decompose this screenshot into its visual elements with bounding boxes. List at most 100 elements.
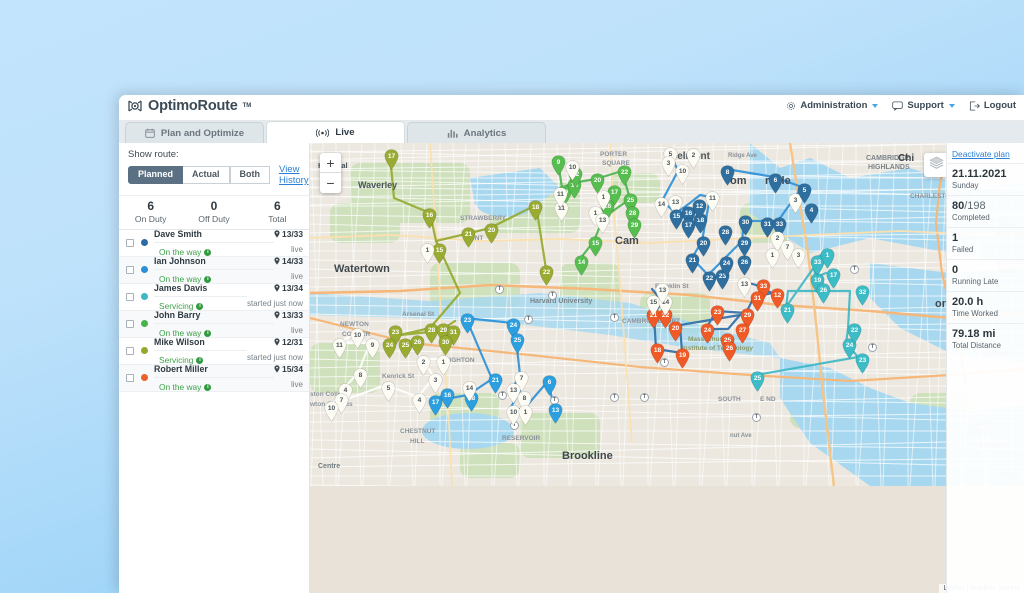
map-order-pin[interactable]: 9 bbox=[365, 338, 380, 359]
driver-checkbox[interactable] bbox=[126, 374, 134, 382]
info-icon[interactable]: i bbox=[204, 384, 211, 391]
map-order-pin[interactable]: 8 bbox=[353, 368, 368, 389]
driver-color-dot bbox=[141, 266, 148, 273]
map-order-pin[interactable]: 1 bbox=[436, 355, 451, 376]
map-order-pin[interactable]: 11 bbox=[332, 338, 347, 359]
nav-logout[interactable]: Logout bbox=[969, 100, 1016, 111]
map-order-pin[interactable]: 2 bbox=[416, 355, 431, 376]
map-order-pin[interactable]: 3 bbox=[791, 248, 806, 269]
map-order-pin[interactable]: 30 bbox=[438, 335, 453, 356]
map-order-pin[interactable]: 6 bbox=[542, 375, 557, 396]
map-transit-stop-icon: T bbox=[610, 393, 619, 402]
map-order-pin[interactable]: 14 bbox=[654, 197, 669, 218]
map-order-pin[interactable]: 10 bbox=[675, 164, 690, 185]
map-order-pin[interactable]: 3 bbox=[661, 156, 676, 177]
map-label: STRAWBERRY bbox=[460, 215, 506, 222]
deactivate-plan-link[interactable]: Deactivate plan bbox=[947, 147, 1024, 163]
map-order-pin[interactable]: 1 bbox=[518, 405, 533, 426]
zoom-out-button[interactable]: − bbox=[320, 173, 341, 193]
map-order-pin[interactable]: 10 bbox=[324, 401, 339, 422]
map-order-pin[interactable]: 28 bbox=[718, 225, 733, 246]
map-order-pin[interactable]: 26 bbox=[816, 283, 831, 304]
map-label: SOUTH bbox=[718, 396, 741, 403]
map-pin-number: 10 bbox=[350, 330, 365, 341]
map-order-pin[interactable]: 17 bbox=[428, 395, 443, 416]
map-order-pin[interactable]: 13 bbox=[655, 283, 670, 304]
map-order-pin[interactable]: 5 bbox=[381, 381, 396, 402]
nav-administration[interactable]: Administration bbox=[786, 100, 878, 111]
map-container[interactable]: BelmontCAMBRIDGEHIGHLANDSRidge AveWaverl… bbox=[310, 143, 1024, 593]
route-mode-planned[interactable]: Planned bbox=[128, 166, 183, 184]
map-order-pin[interactable]: 1 bbox=[765, 248, 780, 269]
map-order-pin[interactable]: 23 bbox=[855, 353, 870, 374]
map-order-pin[interactable]: 11 bbox=[705, 191, 720, 212]
driver-row[interactable]: Robert MillerOn the wayi15/34live bbox=[119, 365, 309, 392]
map-order-pin[interactable]: 21 bbox=[461, 227, 476, 248]
map-order-pin[interactable]: 26 bbox=[410, 335, 425, 356]
tab-live[interactable]: Live bbox=[266, 121, 405, 143]
map-order-pin[interactable]: 16 bbox=[422, 208, 437, 229]
map-order-pin[interactable]: 23 bbox=[460, 313, 475, 334]
map-order-pin[interactable]: 32 bbox=[855, 285, 870, 306]
map-order-pin[interactable]: 27 bbox=[735, 323, 750, 344]
driver-checkbox[interactable] bbox=[126, 266, 134, 274]
map-order-pin[interactable]: 22 bbox=[539, 265, 554, 286]
map-order-pin[interactable]: 24 bbox=[719, 256, 734, 277]
map-order-pin[interactable]: 13 bbox=[595, 213, 610, 234]
view-history-link[interactable]: View History bbox=[279, 164, 309, 186]
map-order-pin[interactable]: 26 bbox=[722, 341, 737, 362]
map-order-pin[interactable]: 14 bbox=[574, 255, 589, 276]
map-canvas[interactable]: BelmontCAMBRIDGEHIGHLANDSRidge AveWaverl… bbox=[310, 143, 1024, 593]
map-order-pin[interactable]: 5 bbox=[797, 183, 812, 204]
map-order-pin[interactable]: 11 bbox=[553, 187, 568, 208]
map-order-pin[interactable]: 29 bbox=[737, 236, 752, 257]
map-order-pin[interactable]: 13 bbox=[548, 403, 563, 424]
map-order-pin[interactable]: 20 bbox=[484, 223, 499, 244]
map-order-pin[interactable]: 10 bbox=[350, 328, 365, 349]
map-order-pin[interactable]: 4 bbox=[412, 393, 427, 414]
map-order-pin[interactable]: 18 bbox=[528, 200, 543, 221]
map-order-pin[interactable]: 6 bbox=[768, 173, 783, 194]
map-order-pin[interactable]: 18 bbox=[650, 343, 665, 364]
map-order-pin[interactable]: 9 bbox=[551, 155, 566, 176]
nav-support[interactable]: Support bbox=[892, 100, 954, 111]
driver-progress: 15/34 bbox=[274, 364, 303, 375]
map-order-pin[interactable]: 29 bbox=[627, 218, 642, 239]
map-layers-button[interactable] bbox=[924, 153, 948, 177]
map-order-pin[interactable]: 26 bbox=[737, 255, 752, 276]
map-order-pin[interactable]: 30 bbox=[738, 215, 753, 236]
calendar-icon bbox=[145, 128, 155, 138]
map-order-pin[interactable]: 8 bbox=[720, 165, 735, 186]
map-order-pin[interactable]: 10 bbox=[565, 160, 580, 181]
map-order-pin[interactable]: 21 bbox=[780, 303, 795, 324]
map-order-pin[interactable]: 25 bbox=[510, 333, 525, 354]
driver-checkbox[interactable] bbox=[126, 320, 134, 328]
map-order-pin[interactable]: 21 bbox=[488, 373, 503, 394]
map-order-pin[interactable]: 1 bbox=[820, 248, 835, 269]
map-order-pin[interactable]: 24 bbox=[700, 323, 715, 344]
zoom-in-button[interactable]: + bbox=[320, 153, 341, 173]
driver-checkbox[interactable] bbox=[126, 239, 134, 247]
map-order-pin[interactable]: 15 bbox=[588, 236, 603, 257]
tab-analytics[interactable]: Analytics bbox=[407, 122, 546, 143]
map-order-pin[interactable]: 22 bbox=[617, 165, 632, 186]
tab-plan-and-optimize[interactable]: Plan and Optimize bbox=[125, 122, 264, 143]
bars-icon bbox=[447, 128, 458, 138]
map-order-pin[interactable]: 14 bbox=[462, 381, 477, 402]
driver-checkbox[interactable] bbox=[126, 347, 134, 355]
map-order-pin[interactable]: 21 bbox=[685, 253, 700, 274]
driver-progress-text: 13/33 bbox=[282, 310, 303, 321]
map-pin-number: 6 bbox=[542, 377, 557, 388]
map-pin-number: 21 bbox=[685, 255, 700, 266]
driver-checkbox[interactable] bbox=[126, 293, 134, 301]
route-mode-actual[interactable]: Actual bbox=[183, 166, 230, 184]
map-order-pin[interactable]: 4 bbox=[804, 203, 819, 224]
map-order-pin[interactable]: 22 bbox=[847, 323, 862, 344]
map-order-pin[interactable]: 1 bbox=[420, 243, 435, 264]
map-order-pin[interactable]: 17 bbox=[384, 149, 399, 170]
map-order-pin[interactable]: 25 bbox=[750, 371, 765, 392]
map-order-pin[interactable]: 24 bbox=[382, 338, 397, 359]
driver-list: Dave SmithOn the wayi13/33liveIan Johnso… bbox=[119, 230, 309, 392]
map-order-pin[interactable]: 19 bbox=[675, 348, 690, 369]
route-mode-both[interactable]: Both bbox=[230, 166, 271, 184]
